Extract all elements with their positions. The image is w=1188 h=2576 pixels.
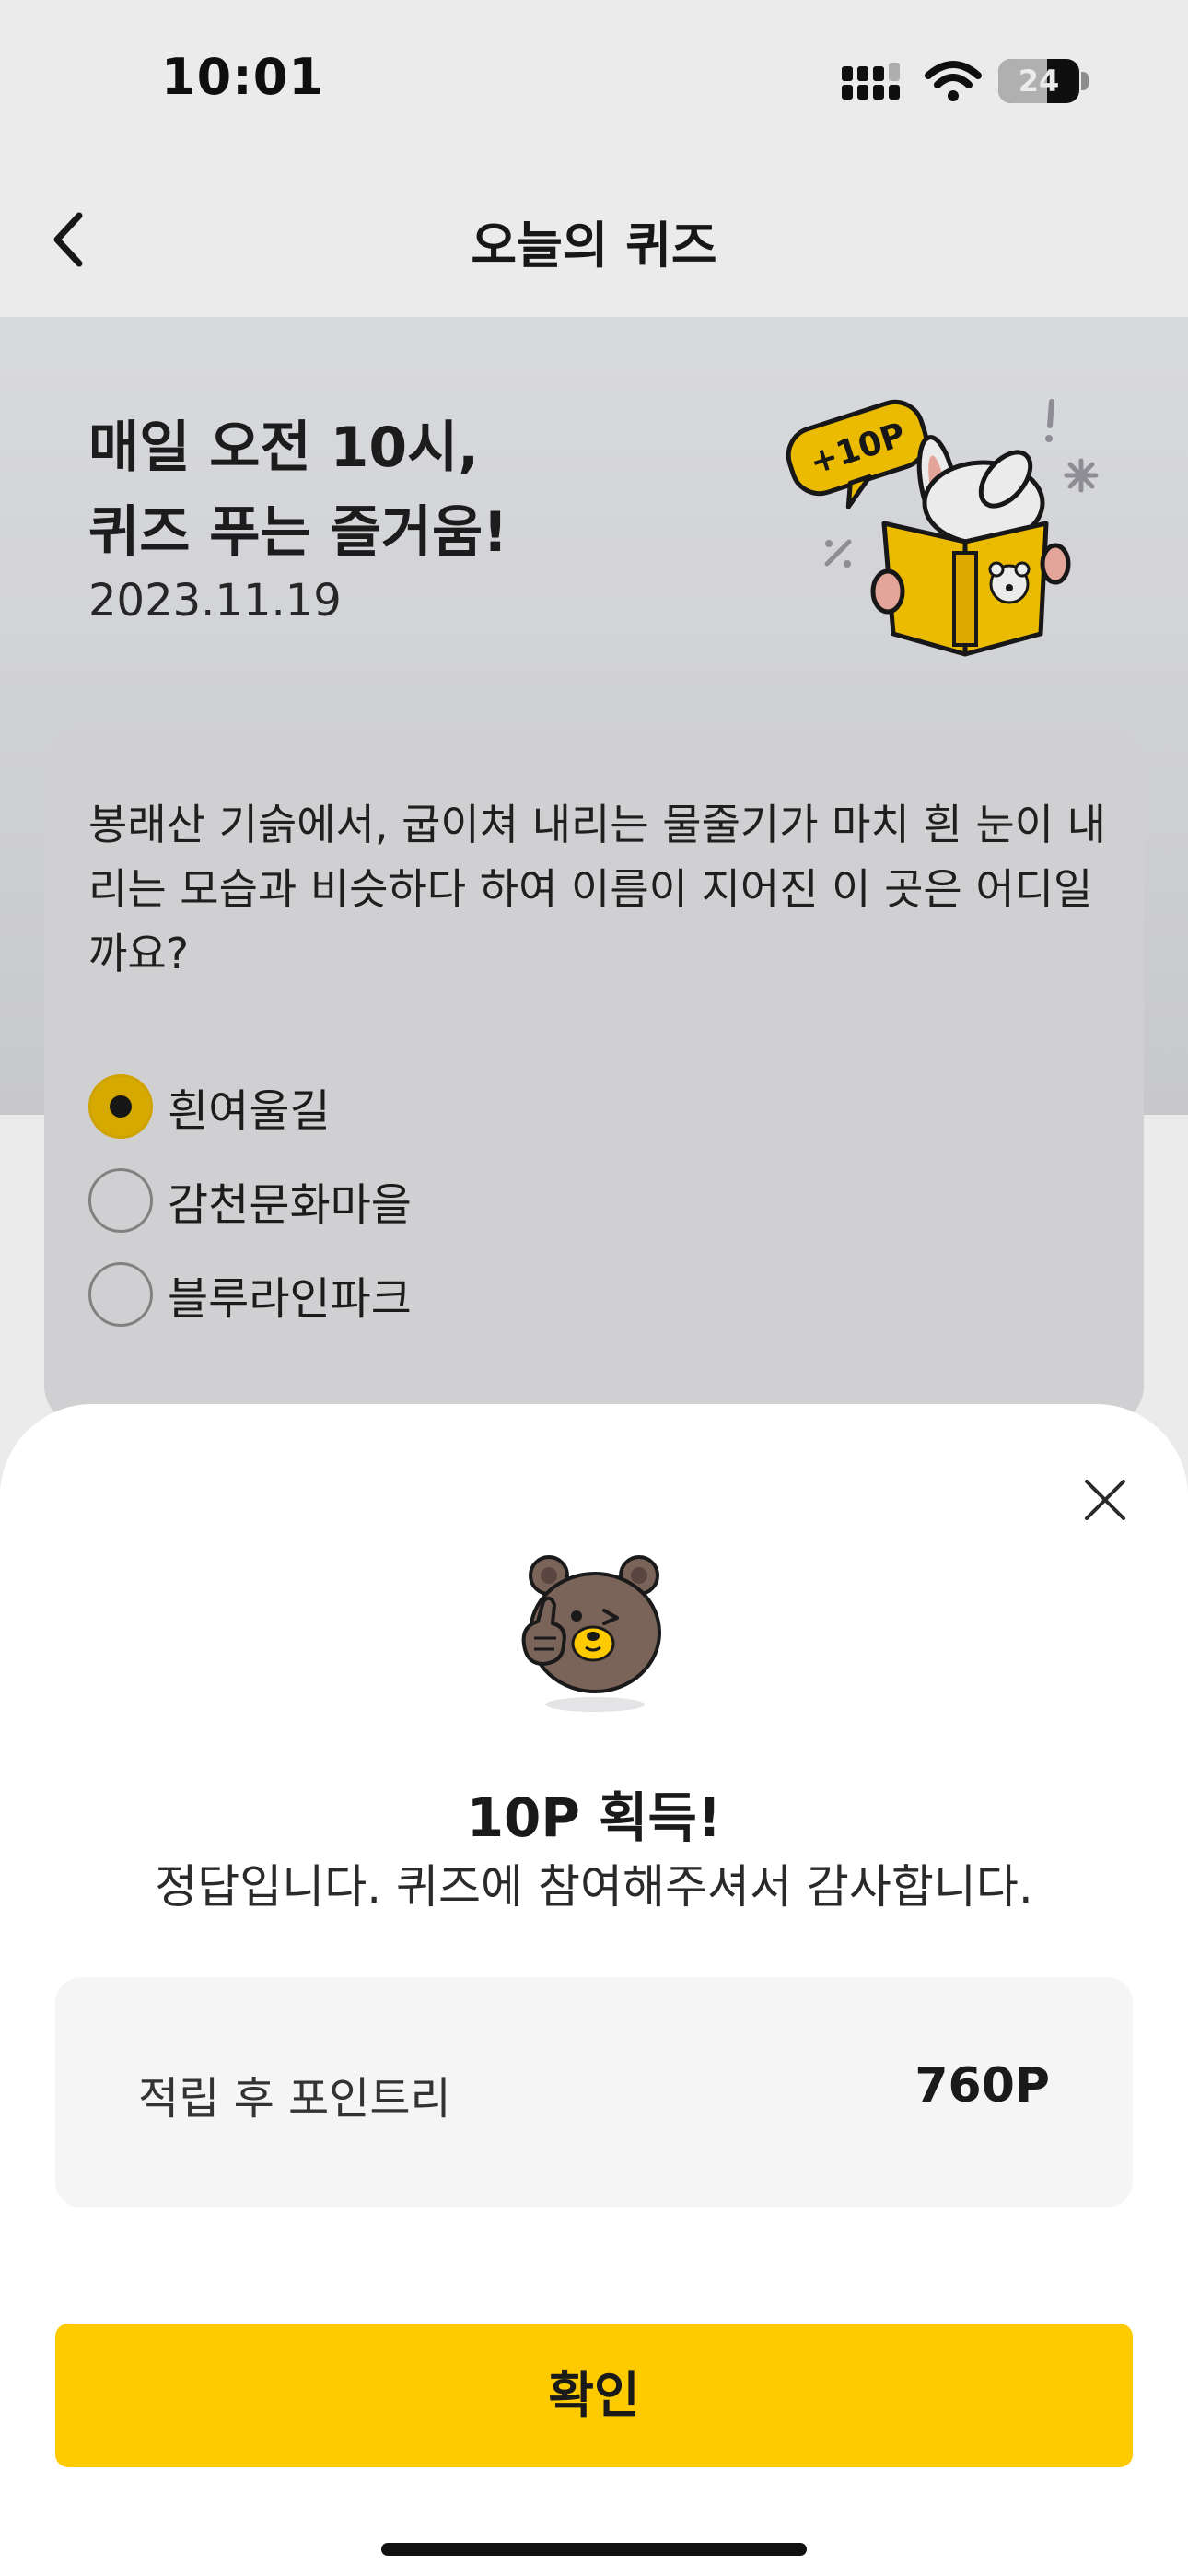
option-label: 블루라인파크 bbox=[168, 1273, 412, 1325]
radio-button[interactable] bbox=[88, 1262, 153, 1327]
points-label: 적립 후 포인트리 bbox=[138, 2073, 451, 2125]
home-indicator[interactable] bbox=[381, 2543, 807, 2556]
hero-title: 매일 오전 10시, 퀴즈 푸는 즐거움! bbox=[88, 416, 508, 565]
option-1[interactable]: 흰여울길 bbox=[88, 1072, 331, 1141]
reward-title: 10P 획득! bbox=[466, 1786, 722, 1849]
radio-button[interactable] bbox=[88, 1168, 153, 1233]
reward-message: 정답입니다. 퀴즈에 참여해주셔서 감사합니다. bbox=[155, 1860, 1033, 1914]
bear-thumbs-up-illustration bbox=[521, 1555, 661, 1712]
radio-button-selected[interactable] bbox=[88, 1074, 153, 1139]
rabbit-reading-book-illustration: +10P bbox=[786, 399, 1099, 657]
question-text: 봉래산 기슭에서, 굽이쳐 내리는 물줄기가 마치 흰 눈이 내리는 모습과 비… bbox=[88, 800, 1106, 978]
confirm-button-label: 확인 bbox=[548, 2366, 640, 2424]
battery-cap bbox=[1081, 72, 1089, 90]
option-2[interactable]: 감천문화마을 bbox=[88, 1166, 412, 1235]
option-label: 감천문화마을 bbox=[168, 1179, 412, 1231]
option-3[interactable]: 블루라인파크 bbox=[88, 1260, 412, 1329]
signal-icon bbox=[842, 63, 900, 100]
battery-percent: 24 bbox=[1018, 64, 1060, 99]
wifi-icon bbox=[925, 61, 982, 101]
page-title: 오늘의 퀴즈 bbox=[471, 217, 717, 275]
close-icon[interactable] bbox=[1079, 1474, 1131, 1526]
points-value: 760P bbox=[914, 2058, 1050, 2113]
option-label: 흰여울길 bbox=[168, 1085, 331, 1137]
quiz-date: 2023.11.19 bbox=[88, 575, 342, 626]
status-time: 10:01 bbox=[161, 48, 324, 106]
